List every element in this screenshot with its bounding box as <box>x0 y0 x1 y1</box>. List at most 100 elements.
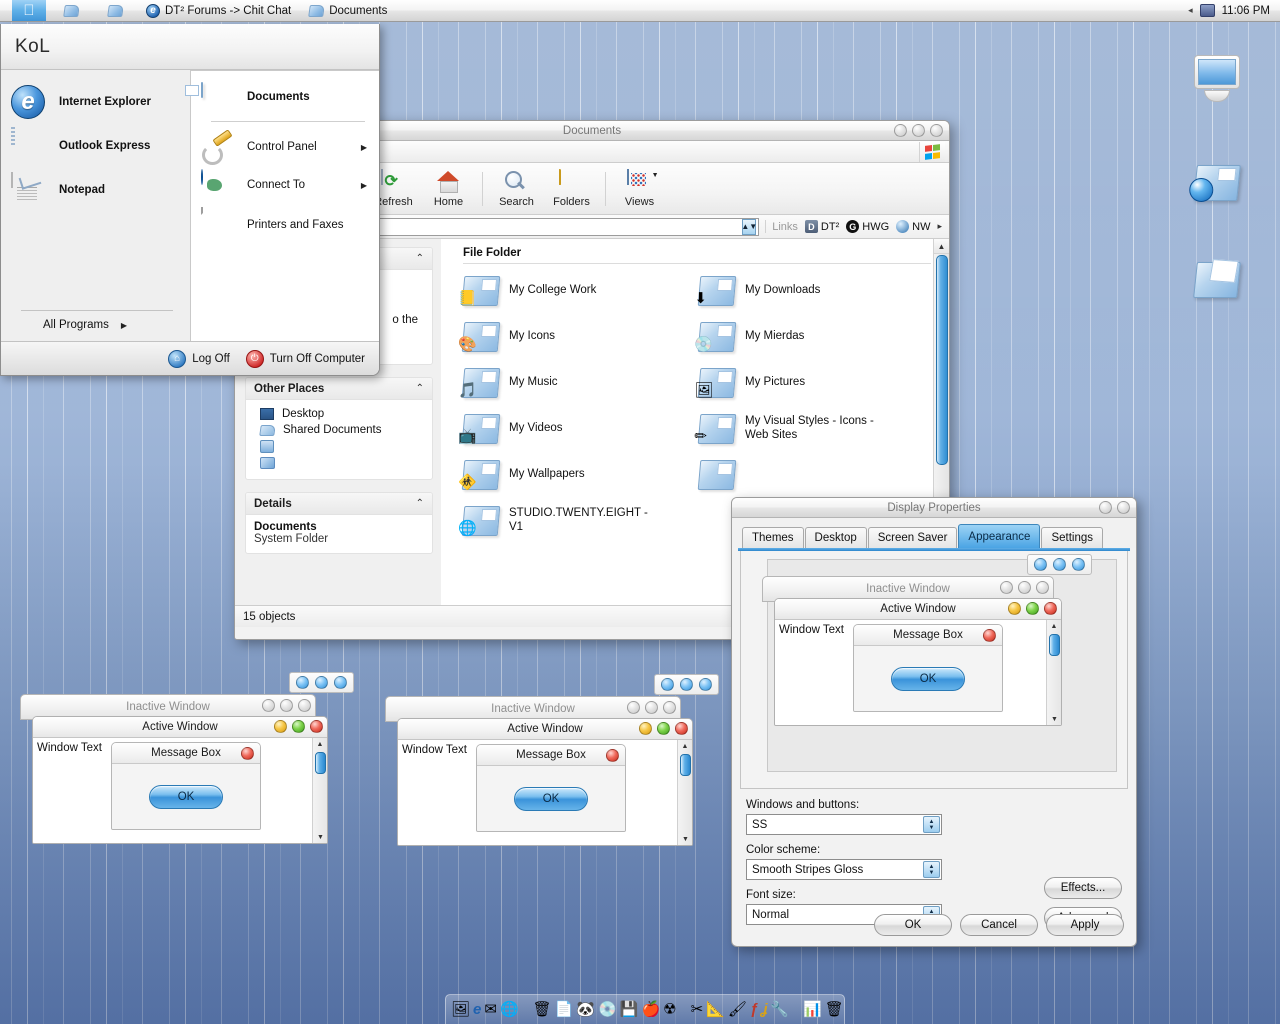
start-item-printers-faxes[interactable]: Printers and Faxes <box>191 204 379 246</box>
clock[interactable]: 11:06 PM <box>1222 5 1270 17</box>
dock-icon-apple-fruit[interactable]: 🍎 <box>641 999 660 1020</box>
dock-icon-scissors[interactable]: ✂ <box>691 999 704 1020</box>
place-shared-documents[interactable]: Shared Documents <box>254 422 424 438</box>
address-dropdown-button[interactable]: ▲▼ <box>741 218 757 235</box>
display-properties-tabs[interactable]: Themes Desktop Screen Saver Appearance S… <box>732 518 1136 548</box>
tray-expand-arrow-icon[interactable]: ◂ <box>1188 5 1193 16</box>
chevron-up-icon[interactable]: ⌃ <box>416 383 424 394</box>
place-my-computer[interactable] <box>254 438 424 455</box>
file-item[interactable]: 🎨 My Icons <box>458 322 699 353</box>
close-button[interactable] <box>930 124 943 137</box>
display-properties-titlebar[interactable]: Display Properties <box>732 498 1136 518</box>
menubar-item-doc2[interactable] <box>107 4 128 17</box>
place-desktop[interactable]: Desktop <box>254 406 424 422</box>
toolbar-folders-button[interactable]: Folders <box>544 168 599 208</box>
tab-appearance[interactable]: Appearance <box>958 524 1041 548</box>
scroll-up-arrow-icon[interactable]: ▲ <box>934 239 949 254</box>
windows-and-buttons-select[interactable]: SS ▲ ▼ <box>746 814 942 835</box>
dock-icon-compass[interactable]: 📐 <box>706 999 725 1020</box>
top-menubar[interactable]:  e DT² Forums -> Chit Chat Documents ◂ … <box>0 0 1280 22</box>
network-icon[interactable] <box>1199 4 1215 17</box>
start-item-internet-explorer[interactable]: e Internet Explorer <box>1 80 190 124</box>
cancel-button[interactable]: Cancel <box>960 914 1038 936</box>
dock-icon-internet-explorer[interactable]: e <box>473 999 481 1020</box>
link-dt2[interactable]: D DT² <box>804 220 839 233</box>
dock-icon-floppy-save[interactable]: 💾 <box>620 999 639 1020</box>
display-properties-window-controls[interactable] <box>1099 501 1130 514</box>
tab-themes[interactable]: Themes <box>742 527 804 548</box>
system-tray[interactable]: ◂ 11:06 PM <box>1188 4 1280 17</box>
close-button[interactable] <box>1117 501 1130 514</box>
file-item[interactable]: 🌐 STUDIO.TWENTY.EIGHT - V1 <box>458 506 699 537</box>
help-button[interactable] <box>1099 501 1112 514</box>
toolbar-views-button[interactable]: ▼ Views <box>612 168 667 208</box>
minimize-button[interactable] <box>894 124 907 137</box>
link-hwg[interactable]: G HWG <box>846 220 889 233</box>
toolbar-search-button[interactable]: Search <box>489 170 544 208</box>
other-places-header[interactable]: Other Places ⌃ <box>246 378 432 400</box>
display-properties-dialog[interactable]: Display Properties Themes Desktop Screen… <box>731 497 1137 947</box>
start-item-control-panel[interactable]: Control Panel ▶ <box>191 128 379 166</box>
dock-icon-outlook-express[interactable]: ✉ <box>484 999 497 1020</box>
toolbar-home-button[interactable]: Home <box>421 170 476 208</box>
tab-screen-saver[interactable]: Screen Saver <box>867 527 958 548</box>
link-nw[interactable]: NW <box>896 220 930 233</box>
dock-icon-documents[interactable]: 📄 <box>555 999 574 1020</box>
desktop-icon-my-computer[interactable] <box>1190 55 1244 102</box>
appearance-preview-2[interactable]: Inactive Window Active Window Window Tex… <box>379 674 719 854</box>
tab-desktop[interactable]: Desktop <box>804 527 867 548</box>
file-item[interactable] <box>697 460 935 490</box>
dock-icon-wrench[interactable]: 🔧 <box>770 999 789 1020</box>
place-network[interactable] <box>254 455 424 471</box>
apply-button[interactable]: Apply <box>1046 914 1124 936</box>
dock-icon-flash[interactable]: ƒ <box>750 999 758 1020</box>
menubar-item-documents[interactable]: Documents <box>308 4 387 17</box>
start-item-outlook-express[interactable]: Outlook Express <box>1 124 190 168</box>
turn-off-computer-button[interactable]: ⏻ Turn Off Computer <box>245 349 365 368</box>
dock-icon-photoshop[interactable]: 🖼 <box>451 999 470 1020</box>
chevron-up-icon[interactable]: ⌃ <box>416 253 424 264</box>
desktop-icon-web-folder[interactable] <box>1189 165 1244 202</box>
dock-icon-chart[interactable]: 📊 <box>803 999 822 1020</box>
details-header[interactable]: Details ⌃ <box>246 493 432 515</box>
file-item[interactable]: 💿 My Mierdas <box>694 322 935 353</box>
log-off-button[interactable]: ⌂ Log Off <box>168 349 230 368</box>
apple-menu-button[interactable]:  <box>12 0 46 21</box>
file-item[interactable]: 📒 My College Work <box>458 276 699 307</box>
file-item[interactable]: 🎵 My Music <box>458 368 699 399</box>
dock-icon-cd[interactable]: 💿 <box>598 999 617 1020</box>
file-item[interactable]: 🚸 My Wallpapers <box>458 460 699 491</box>
start-all-programs[interactable]: All Programs ▶ <box>1 310 191 331</box>
scrollbar-thumb[interactable] <box>936 255 948 465</box>
spinner-icon[interactable]: ▲▼ <box>923 816 940 833</box>
spinner-icon[interactable]: ▲▼ <box>923 861 940 878</box>
file-item[interactable]: 📺 My Videos <box>458 414 699 445</box>
maximize-button[interactable] <box>912 124 925 137</box>
menubar-item-forums[interactable]: e DT² Forums -> Chit Chat <box>146 3 291 18</box>
file-item[interactable]: ⬇ My Downloads <box>694 276 935 307</box>
dock-icon-trash[interactable]: 🗑 <box>825 999 844 1020</box>
dock[interactable]: 🖼 e ✉ 🌐 🗑 📄 🐼 💿 💾 🍎 ☢ ✂ 📐 🖌 ƒ ʝ 🔧 📊 🗑 <box>445 994 845 1024</box>
effects-button[interactable]: Effects... <box>1044 877 1122 899</box>
menubar-item-doc1[interactable] <box>63 4 84 17</box>
ok-button[interactable]: OK <box>874 914 952 936</box>
dock-icon-dreamweaver[interactable]: ʝ <box>761 999 767 1020</box>
dock-icon-panda[interactable]: 🐼 <box>576 999 595 1020</box>
start-item-notepad[interactable]: Notepad <box>1 168 190 212</box>
tab-settings[interactable]: Settings <box>1041 527 1104 548</box>
start-item-connect-to[interactable]: Connect To ▶ <box>191 166 379 204</box>
desktop-icon-documents[interactable] <box>1190 262 1244 298</box>
file-item[interactable]: 🖼 My Pictures <box>694 368 935 399</box>
explorer-window-controls[interactable] <box>894 124 943 137</box>
file-item[interactable]: ✏ My Visual Styles - Icons - Web Sites <box>694 414 935 445</box>
color-scheme-select[interactable]: Smooth Stripes Gloss ▲ ▼ <box>746 859 942 880</box>
dock-icon-network-setup[interactable]: 🌐 <box>500 999 519 1020</box>
links-bar[interactable]: Links D DT² G HWG NW ▸ <box>765 220 945 233</box>
start-item-documents[interactable]: Documents <box>191 79 379 115</box>
dock-icon-paint[interactable]: 🖌 <box>728 999 747 1020</box>
start-menu[interactable]: KoL e Internet Explorer Outlook Express … <box>0 24 380 376</box>
dock-icon-radioactive[interactable]: ☢ <box>663 999 676 1020</box>
dock-icon-recycle-bin[interactable]: 🗑 <box>533 999 552 1020</box>
chevron-up-icon[interactable]: ⌃ <box>416 498 424 509</box>
appearance-preview-1[interactable]: Inactive Window Active Window Window Tex… <box>14 672 354 852</box>
